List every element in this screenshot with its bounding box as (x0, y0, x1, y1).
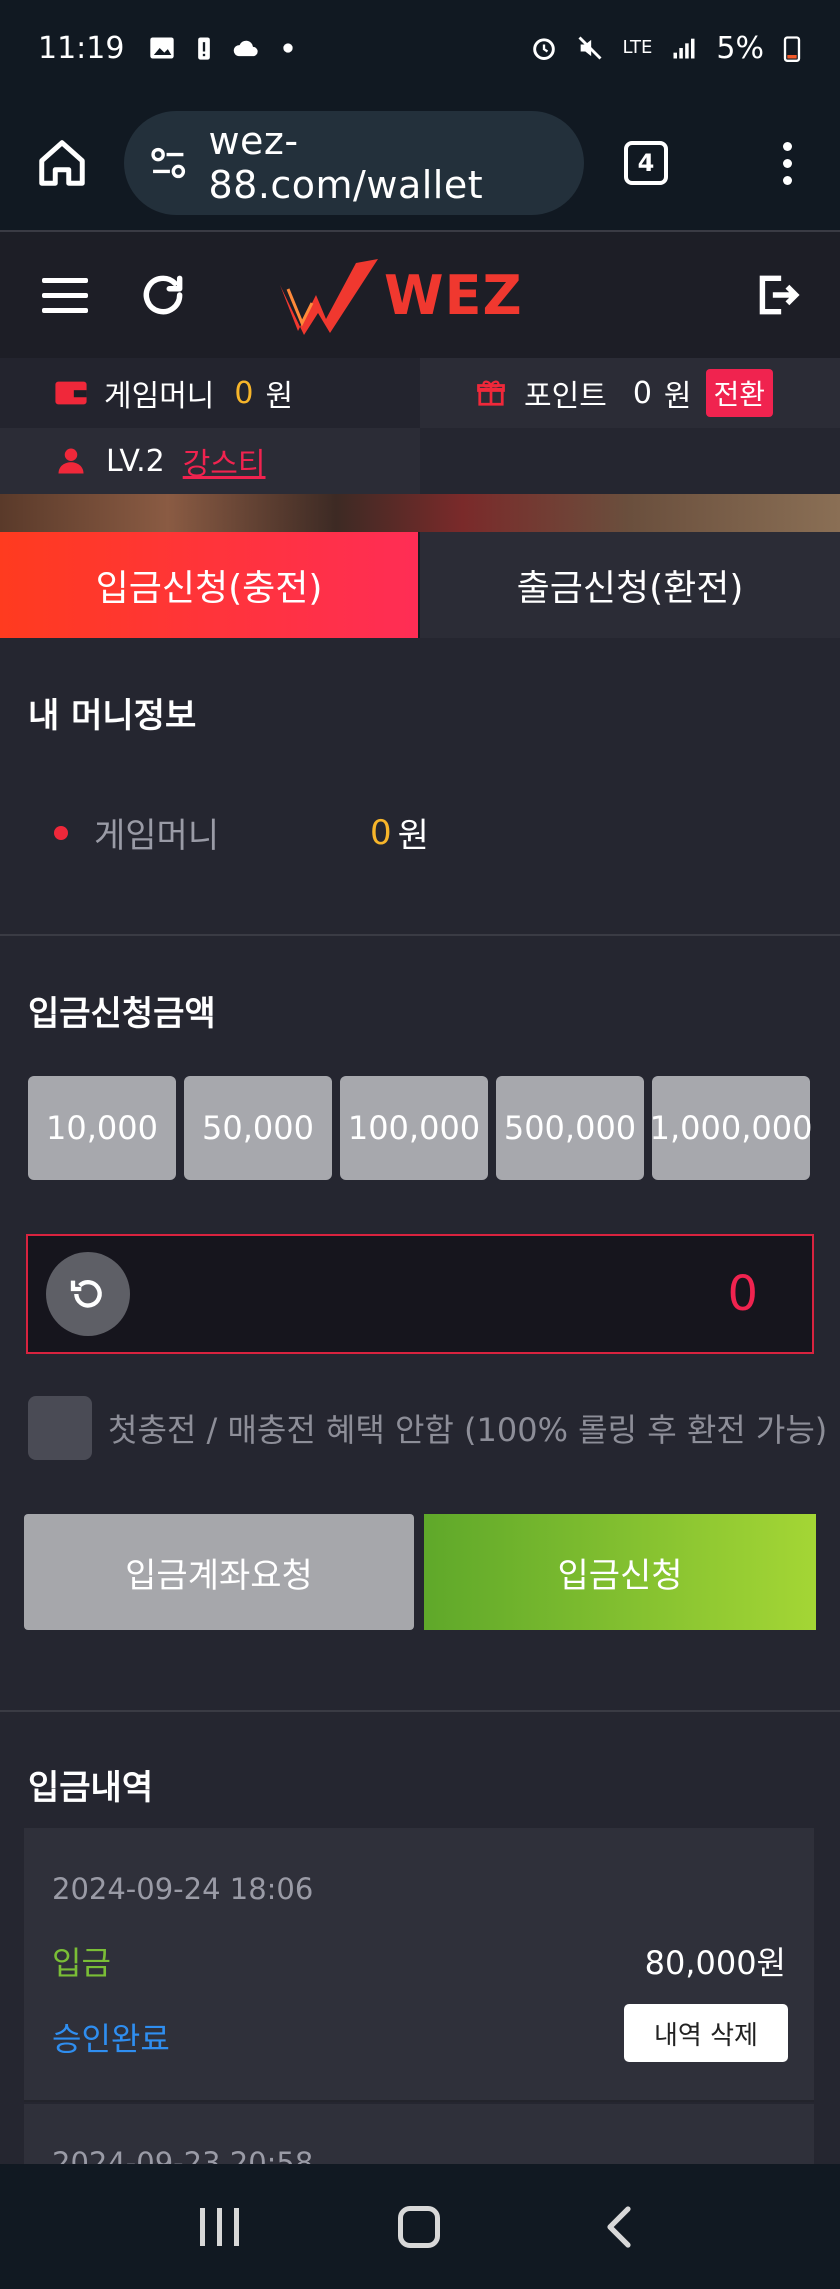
submit-deposit-button[interactable]: 입금신청 (424, 1514, 816, 1630)
wallet-tabs: 입금신청(충전) 출금신청(환전) (0, 532, 840, 638)
site-logo[interactable]: WEZ (278, 255, 523, 335)
money-info-currency: 원 (397, 816, 429, 856)
amount-button-1000000[interactable]: 1,000,000 (650, 1076, 812, 1180)
gallery-icon (150, 37, 175, 59)
history-amount: 80,000원 (644, 1944, 786, 1982)
system-icons: LTE 5% (530, 31, 802, 66)
deposit-history-title: 입금내역 (28, 1768, 154, 1808)
point-summary: 포인트 0 원 전환 (420, 358, 840, 428)
tab-switcher-button[interactable]: 4 (624, 141, 668, 185)
gift-icon (477, 380, 505, 406)
signal-icon (673, 38, 695, 59)
tab-withdraw[interactable]: 출금신청(환전) (420, 532, 840, 638)
history-status: 승인완료 (52, 2020, 170, 2058)
delete-history-button[interactable]: 내역 삭제 (624, 2004, 788, 2062)
amount-button-50000[interactable]: 50,000 (184, 1076, 332, 1180)
level-row-spacer (420, 428, 840, 494)
refresh-icon[interactable] (138, 270, 188, 320)
url-text: wez-88.com/wallet (208, 119, 484, 207)
battery-alert-icon (198, 37, 211, 60)
user-icon (58, 448, 84, 474)
system-nav-bar (0, 2164, 840, 2289)
browser-toolbar: wez-88.com/wallet 4 (0, 96, 840, 230)
wallet-icon (55, 381, 87, 405)
no-bonus-checkbox[interactable] (28, 1396, 92, 1460)
battery-icon (783, 36, 801, 62)
history-date: 2024-09-24 18:06 (52, 1872, 314, 1906)
history-type: 입금 (52, 1944, 111, 1982)
currency-label: 원 (265, 379, 294, 414)
point-currency: 원 (663, 379, 692, 414)
amount-presets: 10,000 50,000 100,000 500,000 1,000,000 (28, 1076, 812, 1180)
dot-icon (283, 43, 294, 53)
amount-button-500000[interactable]: 500,000 (496, 1076, 644, 1180)
menu-dot (783, 175, 792, 185)
amount-button-10000[interactable]: 10,000 (28, 1076, 176, 1180)
menu-dot (783, 158, 792, 168)
nickname-link[interactable]: 강스티 (183, 439, 266, 483)
site-settings-icon[interactable] (148, 142, 188, 184)
battery-percent: 5% (716, 30, 764, 66)
convert-button[interactable]: 전환 (705, 369, 774, 417)
history-item: 2024-09-23 20:58 (24, 2104, 814, 2164)
money-info-row: 게임머니 0 원 (54, 808, 429, 857)
status-bar: 11:19 LTE 5% (0, 0, 840, 96)
no-bonus-label: 첫충전 / 매충전 혜택 안함 (100% 롤링 후 환전 가능) (108, 1411, 828, 1449)
deposit-actions: 입금계좌요청 입금신청 (24, 1514, 816, 1630)
game-money-summary: 게임머니 0 원 (0, 358, 420, 428)
level-label: LV.2 (106, 443, 165, 479)
menu-icon[interactable] (42, 277, 88, 313)
home-icon (39, 140, 85, 186)
user-level: LV.2 강스티 (0, 428, 420, 494)
mute-icon (578, 36, 603, 60)
history-item: 2024-09-24 18:06 입금 80,000원 승인완료 내역 삭제 (24, 1828, 814, 2102)
banner-image (0, 494, 840, 532)
point-value: 0 (632, 375, 652, 411)
no-bonus-option[interactable]: 첫충전 / 매충전 혜택 안함 (100% 롤링 후 환전 가능) (28, 1396, 827, 1460)
network-type: LTE (622, 37, 653, 58)
game-money-label: 게임머니 (104, 379, 215, 414)
reset-icon (70, 1280, 102, 1308)
tab-deposit[interactable]: 입금신청(충전) (0, 532, 420, 638)
money-info-label: 게임머니 (94, 816, 220, 856)
status-time: 11:19 (38, 30, 125, 66)
level-row: LV.2 강스티 (0, 428, 840, 494)
browser-home-button[interactable] (32, 133, 92, 193)
point-label: 포인트 (524, 379, 607, 414)
history-date: 2024-09-23 20:58 (52, 2146, 314, 2164)
cloud-icon (234, 40, 259, 57)
back-icon[interactable] (600, 2203, 640, 2251)
request-account-button[interactable]: 입금계좌요청 (24, 1514, 414, 1630)
amount-button-100000[interactable]: 100,000 (340, 1076, 488, 1180)
bullet-dot (54, 825, 68, 840)
deposit-amount-field[interactable]: 0 (26, 1234, 814, 1354)
recent-apps-button[interactable] (199, 2207, 239, 2246)
browser-menu-button[interactable] (783, 141, 792, 185)
site-header: WEZ (0, 230, 840, 358)
menu-dot (783, 141, 792, 151)
notification-icons (148, 34, 302, 62)
logo-text: WEZ (384, 263, 523, 327)
balance-row: 게임머니 0 원 포인트 0 원 전환 (0, 358, 840, 428)
reset-amount-button[interactable] (46, 1252, 130, 1336)
money-info-value: 0 (370, 812, 392, 853)
money-info-title: 내 머니정보 (28, 696, 197, 736)
logo-mark-icon (280, 259, 378, 335)
nav-home-button[interactable] (398, 2205, 441, 2248)
alarm-icon (533, 38, 556, 60)
section-divider (0, 934, 840, 936)
logout-icon[interactable] (752, 270, 802, 320)
deposit-amount-value: 0 (727, 1266, 758, 1322)
game-money-value: 0 (234, 375, 254, 411)
section-divider (0, 1710, 840, 1712)
deposit-amount-title: 입금신청금액 (28, 994, 216, 1034)
address-bar[interactable]: wez-88.com/wallet (124, 111, 584, 215)
